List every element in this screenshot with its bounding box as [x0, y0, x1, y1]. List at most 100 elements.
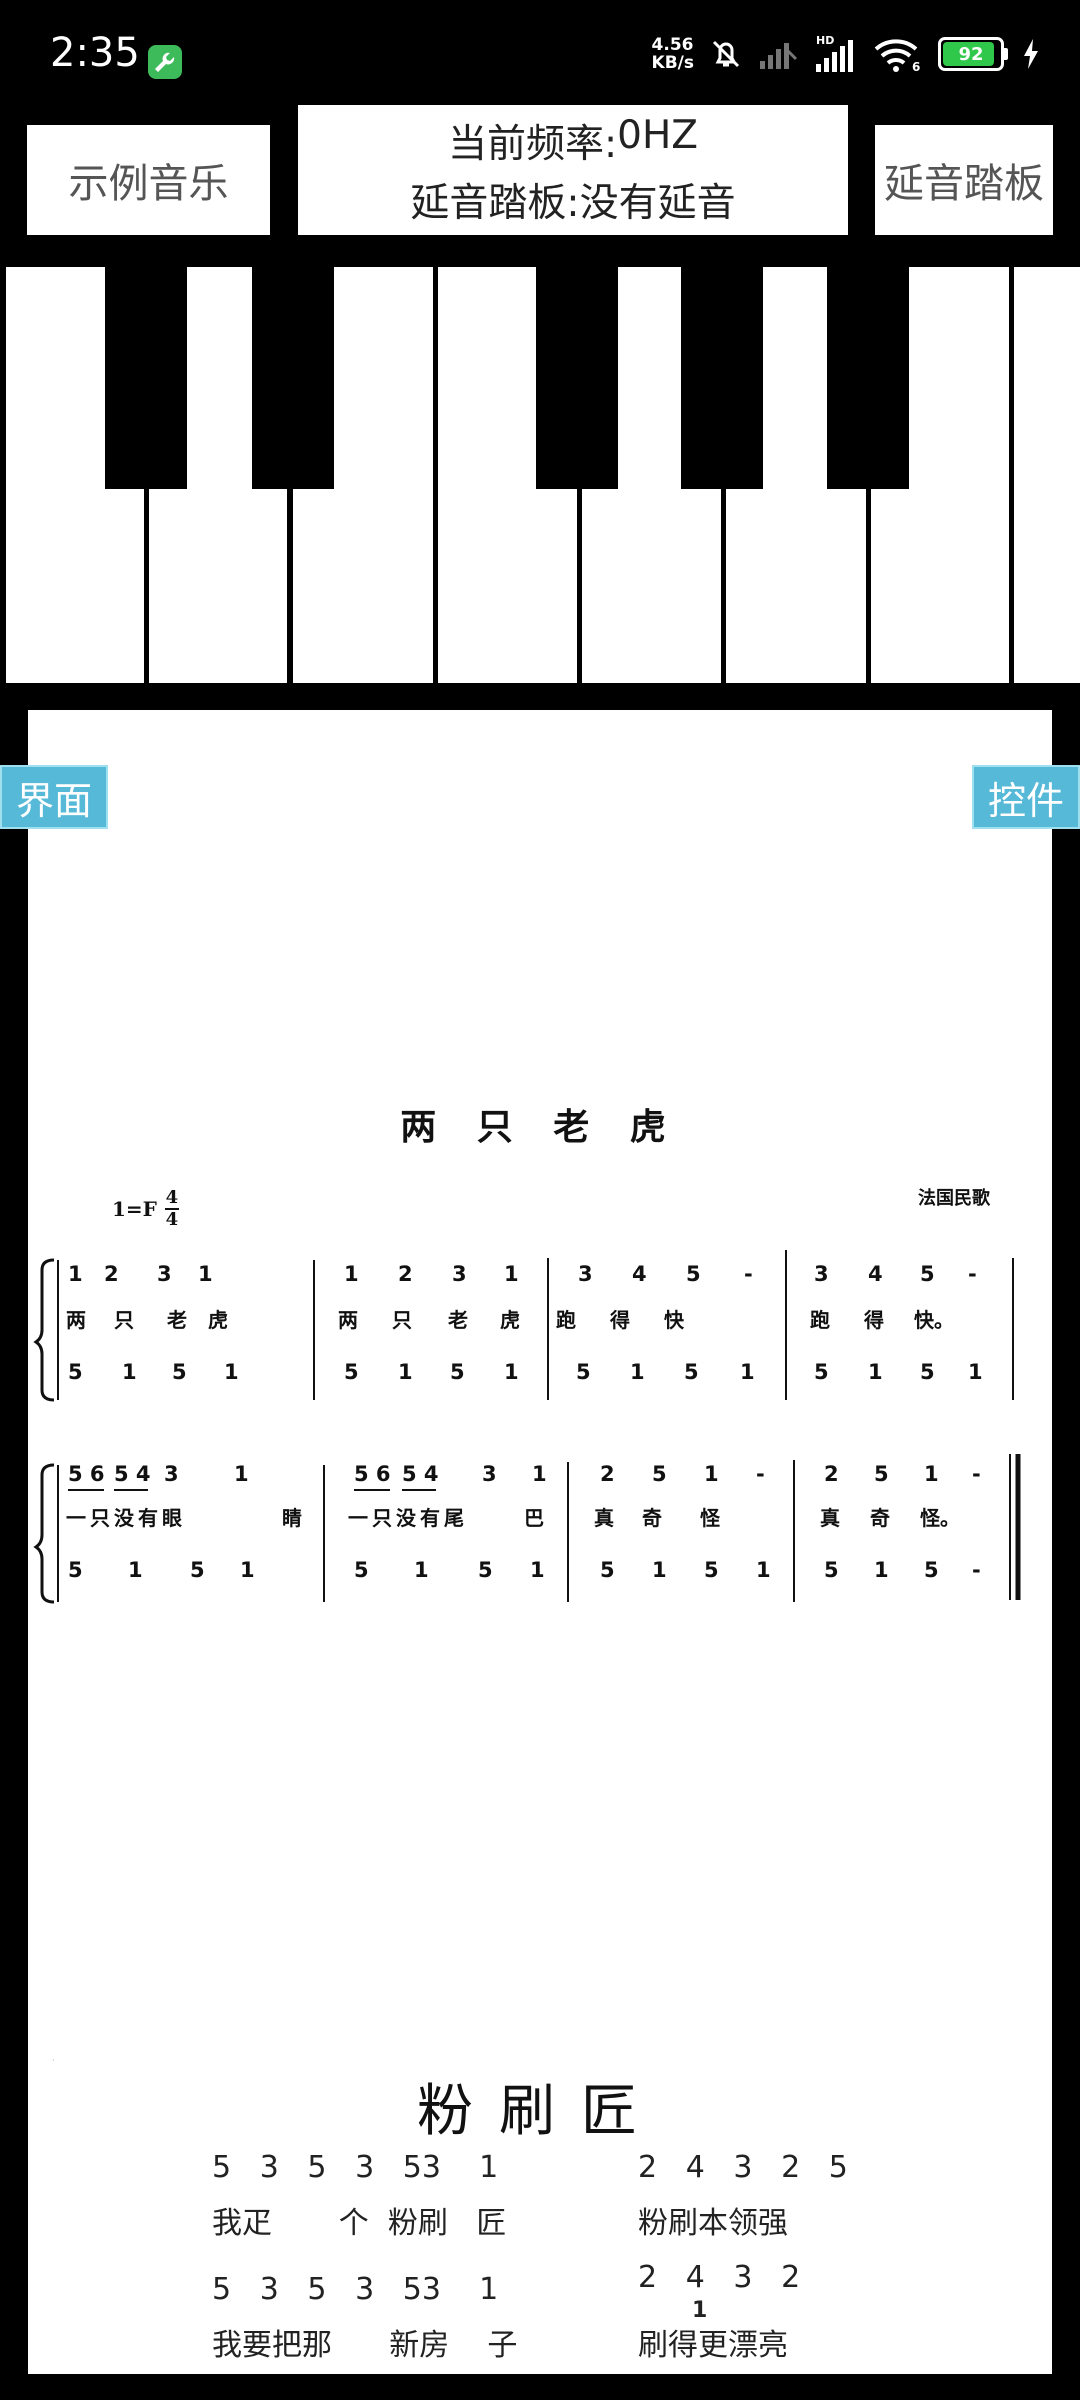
bass-note: 5	[684, 1360, 699, 1384]
wifi-icon: 6	[874, 39, 920, 73]
status-bar: 2:35 4.56 KB/s HD 6 92	[0, 0, 1080, 100]
net-speed-unit: KB/s	[651, 53, 694, 73]
bass-note: 5	[920, 1360, 935, 1384]
bass-note: 5	[354, 1558, 369, 1582]
lyric: 两	[66, 1308, 86, 1332]
lyric: 老	[448, 1308, 468, 1332]
example-music-button[interactable]: 示例音乐	[27, 125, 270, 235]
lyric: 奇	[642, 1506, 662, 1530]
lyric: 跑	[810, 1308, 830, 1332]
bass-note: 5	[704, 1558, 719, 1582]
note: -	[744, 1262, 753, 1286]
piano-black-key[interactable]	[536, 267, 618, 489]
lyric: 一只没有尾	[348, 1506, 468, 1530]
note: 3	[452, 1262, 467, 1286]
note: -	[756, 1462, 765, 1486]
note: 3	[157, 1262, 172, 1286]
note: 1	[924, 1462, 939, 1486]
song2-line2-notes-right: 2 4 3 2	[638, 2260, 801, 2295]
lyric: 睛	[282, 1506, 302, 1530]
bass-note: 1	[968, 1360, 983, 1384]
pedal-status-row: 延音踏板: 没有延音	[410, 172, 735, 228]
lyric: 得	[610, 1308, 630, 1332]
note: 2	[600, 1462, 615, 1486]
piano-black-key[interactable]	[681, 267, 763, 489]
frequency-label: 当前频率:	[448, 121, 618, 167]
bass-note: 5	[450, 1360, 465, 1384]
frequency-value: 0HZ	[617, 112, 698, 158]
bass-note: 5	[478, 1558, 493, 1582]
piano-white-key[interactable]	[1014, 267, 1080, 683]
song2-line2-lyrics-right: 刷得更漂亮	[638, 2328, 788, 2363]
pedal-status-value: 没有延音	[579, 180, 736, 226]
lyric: 巴	[524, 1506, 544, 1530]
info-panel: 当前频率: 0HZ 延音踏板: 没有延音	[298, 105, 848, 235]
piano-black-key[interactable]	[827, 267, 909, 489]
wifi-label: 6	[912, 60, 920, 73]
sheet-music-view[interactable]: 两 只 老 虎 1=F 4 4 法国民歌 1 2 3 1 1 2 3 1 3 4…	[28, 710, 1052, 2374]
bass-note: -	[972, 1558, 981, 1582]
bass-note: 1	[756, 1558, 771, 1582]
note: 2	[104, 1262, 119, 1286]
lyric: 虎	[500, 1308, 520, 1332]
bass-note: 1	[414, 1558, 429, 1582]
bass-note: 5	[172, 1360, 187, 1384]
piano-black-key[interactable]	[105, 267, 187, 489]
note: 2	[824, 1462, 839, 1486]
lyric: 快	[664, 1308, 684, 1332]
battery-tip	[1004, 48, 1008, 60]
lyric: 一只没有眼	[66, 1506, 186, 1530]
lyric: 两	[338, 1308, 358, 1332]
frequency-row: 当前频率: 0HZ	[448, 113, 698, 169]
lyric: 怪	[700, 1506, 720, 1530]
battery-level: 92	[958, 43, 984, 65]
mute-bell-icon	[712, 40, 740, 68]
bass-note: 1	[128, 1558, 143, 1582]
note: 1	[344, 1262, 359, 1286]
lyric: 真	[820, 1506, 840, 1530]
controls-tab[interactable]: 控件	[972, 765, 1080, 829]
top-toolbar: 示例音乐 当前频率: 0HZ 延音踏板: 没有延音 延音踏板	[0, 100, 1080, 260]
lyric: 怪。	[920, 1506, 960, 1530]
bass-note: 1	[398, 1360, 413, 1384]
song2-line2-notes-left: 5 3 5 3 53 1	[212, 2272, 499, 2307]
note: 3	[482, 1462, 497, 1486]
bass-note: 5	[824, 1558, 839, 1582]
note: 3	[814, 1262, 829, 1286]
signal-sim1-icon	[760, 43, 798, 69]
piano-keyboard	[0, 265, 1080, 685]
note: 1	[704, 1462, 719, 1486]
signal-sim2-icon: HD	[816, 34, 853, 72]
song2-line1-lyrics-right: 粉刷本领强	[638, 2206, 788, 2241]
net-speed-value: 4.56	[651, 35, 694, 55]
note: 5	[874, 1462, 889, 1486]
note: 5	[652, 1462, 667, 1486]
note: 1	[234, 1462, 249, 1486]
lyric: 得	[864, 1308, 884, 1332]
pedal-status-label: 延音踏板:	[410, 180, 580, 226]
bass-note: 5	[924, 1558, 939, 1582]
lyric: 跑	[556, 1308, 576, 1332]
piano-black-key[interactable]	[252, 267, 334, 489]
bass-note: 5	[814, 1360, 829, 1384]
charging-bolt-icon	[1024, 39, 1038, 69]
note: 5	[920, 1262, 935, 1286]
note: 4	[632, 1262, 647, 1286]
note: 5 6	[68, 1462, 105, 1486]
note: 5	[686, 1262, 701, 1286]
note: 5 4	[402, 1462, 439, 1486]
bass-note: 1	[504, 1360, 519, 1384]
note: 1	[198, 1262, 213, 1286]
song2-line1-notes-left: 5 3 5 3 53 1	[212, 2150, 499, 2185]
wrench-app-icon	[148, 45, 182, 79]
bass-note: 1	[224, 1360, 239, 1384]
status-icons: 4.56 KB/s HD 6 92	[652, 34, 1040, 74]
note: 5 4	[114, 1462, 151, 1486]
lyric: 只	[114, 1308, 134, 1332]
note: 2	[398, 1262, 413, 1286]
bass-note: 1	[874, 1558, 889, 1582]
bass-note: 1	[652, 1558, 667, 1582]
interface-tab[interactable]: 界面	[0, 765, 108, 829]
note: 1	[68, 1262, 83, 1286]
sustain-pedal-button[interactable]: 延音踏板	[875, 125, 1053, 235]
